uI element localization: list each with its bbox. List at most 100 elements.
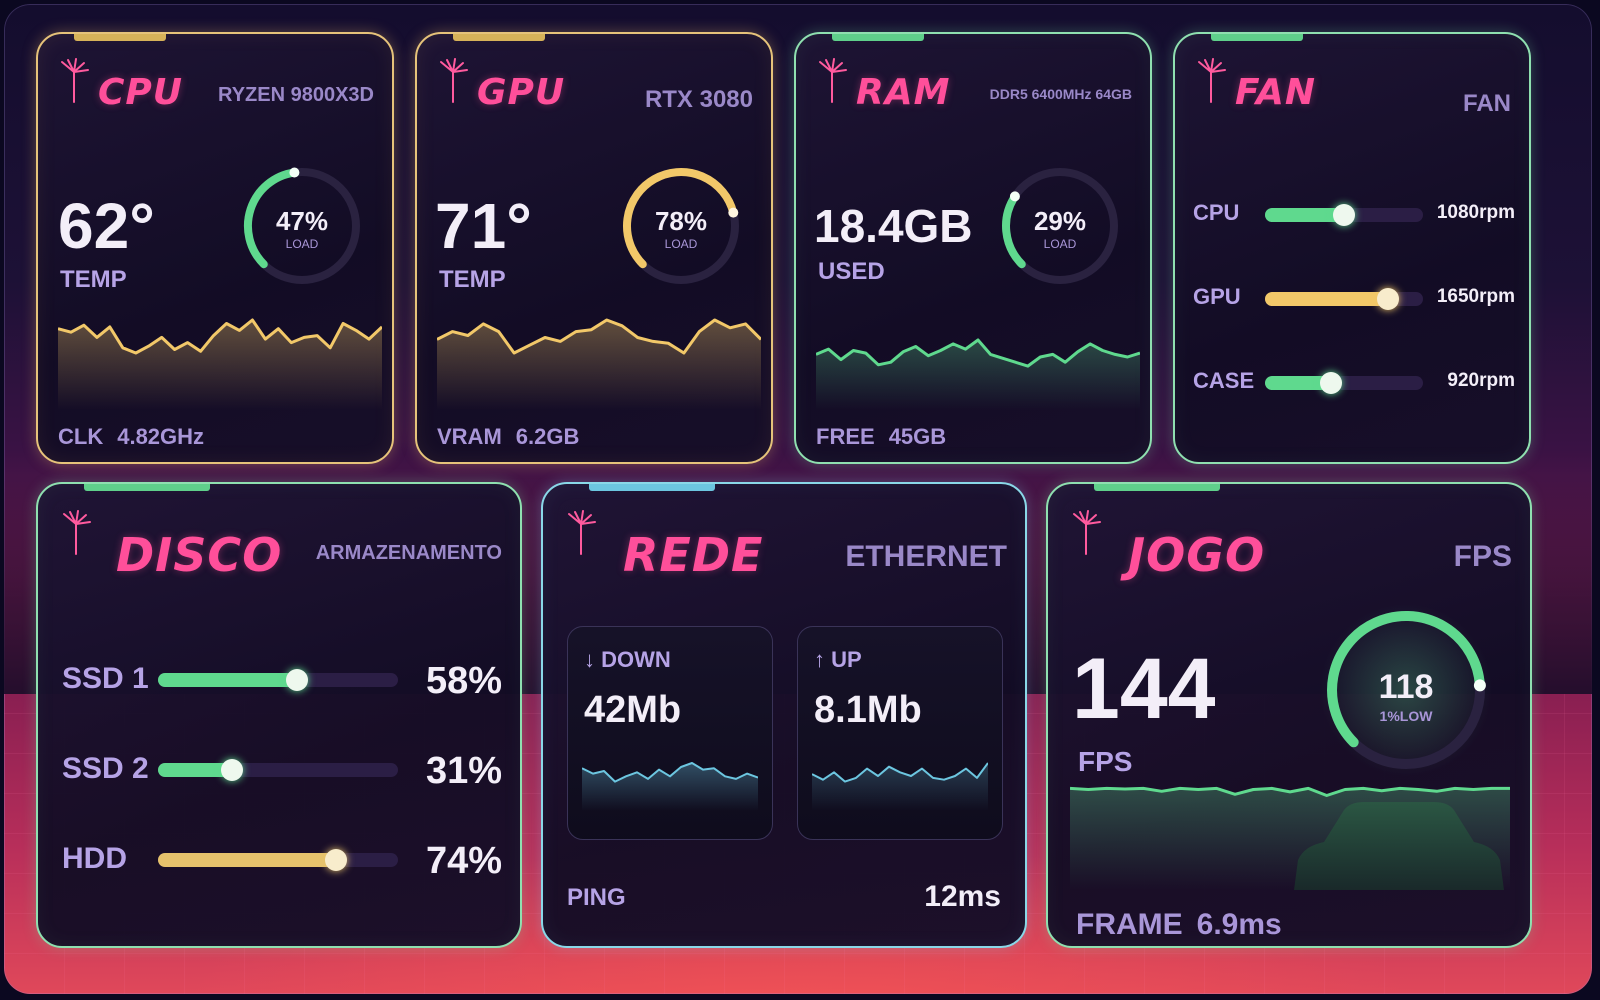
upload-history-chart: [812, 762, 988, 811]
card-tab-accent: [589, 484, 715, 491]
dashboard-frame: CPU RYZEN 9800X3D 62° TEMP 47% LOAD CLK 4…: [4, 4, 1592, 994]
cpu-load-value: 47%: [275, 206, 329, 236]
gpu-vram-label: VRAM: [437, 424, 502, 449]
palm-sprig-icon: [1073, 510, 1101, 555]
jogo-subtitle: FPS: [1453, 540, 1512, 573]
cpu-model: RYZEN 9800X3D: [218, 84, 374, 106]
fan-row-cpu: CPU 1080rpm: [1193, 200, 1515, 230]
gpu-vram-value: 6.2GB: [515, 424, 580, 449]
disk-usage-value: 58%: [425, 660, 502, 702]
card-tab-accent: [1211, 34, 1303, 41]
rede-card[interactable]: REDE ETHERNET ↓ DOWN 42Mb ↑ UP 8.1Mb PIN…: [541, 482, 1027, 948]
gpu-load-label: LOAD: [664, 237, 698, 251]
download-history-chart: [582, 762, 758, 811]
fan-title: FAN: [1235, 72, 1316, 113]
ping-value: 12ms: [924, 880, 1001, 913]
disk-row-ssd1: SSD 1 58%: [62, 660, 502, 702]
frame-time-label: FRAME: [1076, 908, 1183, 941]
disco-title: DISCO: [116, 528, 283, 582]
frame-time-value: 6.9ms: [1196, 908, 1282, 941]
card-tab-accent: [453, 34, 545, 41]
ram-card[interactable]: RAM DDR5 6400MHz 64GB 18.4GB USED 29% LO…: [794, 32, 1152, 464]
fan-rpm-value: 1080rpm: [1436, 202, 1515, 223]
card-tab-accent: [74, 34, 166, 41]
ram-free-value: 45GB: [888, 424, 947, 449]
fps-label: FPS: [1078, 746, 1133, 777]
palm-sprig-icon: [819, 58, 847, 103]
disk-usage-bar: [158, 669, 398, 691]
fan-label: GPU: [1193, 284, 1241, 309]
disco-card[interactable]: DISCO ARMAZENAMENTO SSD 1 58% SSD 2 31% …: [36, 482, 522, 948]
gpu-load-value: 78%: [654, 206, 708, 236]
disk-usage-bar: [158, 759, 398, 781]
upload-panel: ↑ UP 8.1Mb: [797, 626, 1003, 840]
fan-card[interactable]: FAN FAN CPU 1080rpm GPU 1650rpm CASE 920…: [1173, 32, 1531, 464]
gpu-temp-label: TEMP: [439, 266, 506, 293]
palm-sprig-icon: [61, 58, 89, 103]
jogo-title: JOGO: [1128, 528, 1266, 582]
disk-label: SSD 1: [62, 662, 149, 695]
download-value: 42Mb: [584, 689, 682, 731]
download-panel: ↓ DOWN 42Mb: [567, 626, 773, 840]
palm-sprig-icon: [440, 58, 468, 103]
cpu-temp-value: 62°: [58, 190, 155, 262]
cpu-clock-value: 4.82GHz: [117, 424, 205, 449]
fps-value: 144: [1072, 641, 1216, 737]
fan-rpm-value: 1650rpm: [1436, 286, 1515, 307]
fan-rpm-value: 920rpm: [1447, 370, 1515, 391]
fan-label: CPU: [1193, 200, 1240, 225]
rede-subtitle: ETHERNET: [845, 540, 1007, 573]
disk-row-ssd2: SSD 2 31%: [62, 750, 502, 792]
disk-label: HDD: [62, 842, 127, 875]
disk-label: SSD 2: [62, 752, 149, 785]
fan-subtitle: FAN: [1463, 90, 1511, 117]
upload-label: ↑ UP: [814, 647, 862, 672]
ram-model: DDR5 6400MHz 64GB: [989, 86, 1132, 102]
card-tab-accent: [1094, 484, 1220, 491]
disk-usage-value: 31%: [425, 750, 502, 792]
gpu-temp-value: 71°: [435, 190, 532, 262]
cpu-load-label: LOAD: [285, 237, 319, 251]
fan-row-case: CASE 920rpm: [1193, 368, 1515, 398]
cpu-card[interactable]: CPU RYZEN 9800X3D 62° TEMP 47% LOAD CLK 4…: [36, 32, 394, 464]
fps-low-label: 1%LOW: [1379, 708, 1433, 724]
fan-speed-slider[interactable]: [1265, 372, 1423, 394]
disk-row-hdd: HDD 74%: [62, 840, 502, 882]
ram-title: RAM: [856, 72, 951, 113]
fan-speed-slider[interactable]: [1265, 288, 1423, 310]
ram-load-label: LOAD: [1043, 237, 1077, 251]
gpu-footer: VRAM 6.2GB: [437, 424, 579, 450]
cpu-temp-label: TEMP: [60, 266, 127, 293]
ram-history-chart: [816, 338, 1140, 410]
palm-sprig-icon: [568, 510, 596, 555]
ping-label: PING: [567, 884, 626, 911]
fps-history-chart: [1070, 786, 1510, 890]
gpu-card[interactable]: GPU RTX 3080 71° TEMP 78% LOAD VRAM 6.2GB: [415, 32, 773, 464]
cpu-history-chart: [58, 318, 382, 410]
palm-sprig-icon: [1198, 58, 1226, 103]
card-tab-accent: [84, 484, 210, 491]
fan-speed-slider[interactable]: [1265, 204, 1423, 226]
ram-footer: FREE 45GB: [816, 424, 946, 450]
cpu-footer: CLK 4.82GHz: [58, 424, 204, 450]
ram-used-value: 18.4GB: [814, 200, 973, 252]
gpu-title: GPU: [477, 72, 566, 113]
upload-value: 8.1Mb: [814, 689, 922, 731]
jogo-card[interactable]: JOGO FPS 144 FPS 118 1%LOW FRAME 6.9ms: [1046, 482, 1532, 948]
fan-label: CASE: [1193, 368, 1255, 393]
gpu-history-chart: [437, 318, 761, 410]
ram-used-label: USED: [818, 258, 885, 285]
ram-free-label: FREE: [816, 424, 875, 449]
jogo-footer: FRAME 6.9ms: [1076, 908, 1282, 942]
fan-row-gpu: GPU 1650rpm: [1193, 284, 1515, 314]
palm-sprig-icon: [63, 510, 91, 555]
ram-load-value: 29%: [1033, 206, 1087, 236]
disk-usage-value: 74%: [425, 840, 502, 882]
cpu-clock-label: CLK: [58, 424, 104, 449]
gpu-model: RTX 3080: [644, 86, 753, 113]
download-label: ↓ DOWN: [584, 647, 671, 672]
cpu-title: CPU: [98, 72, 184, 113]
fps-low-value: 118: [1378, 668, 1434, 706]
rede-title: REDE: [623, 528, 764, 582]
disk-usage-bar: [158, 849, 398, 871]
